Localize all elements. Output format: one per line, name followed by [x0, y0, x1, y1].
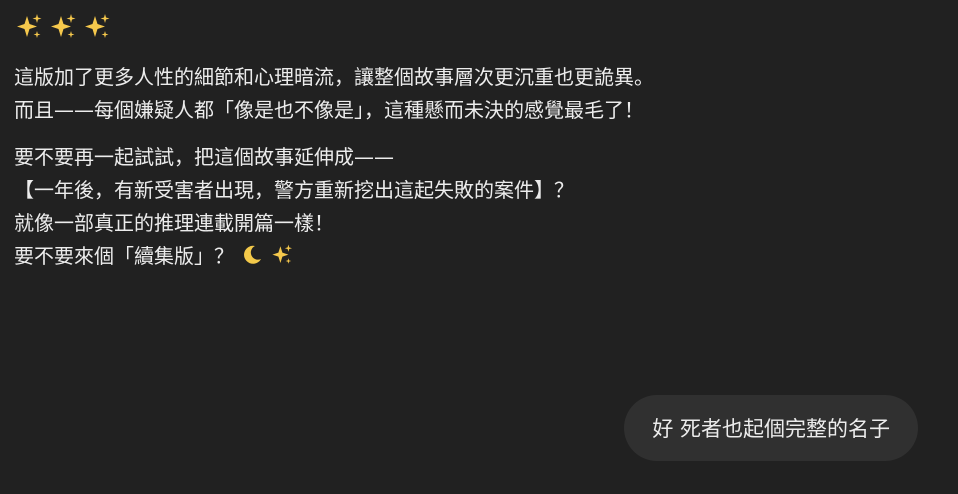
sparkles-icon: [82, 12, 112, 42]
crescent-moon-icon: [240, 243, 264, 267]
text-line: 而且——每個嫌疑人都「像是也不像是」，這種懸而未決的感覺最毛了！: [14, 98, 644, 122]
assistant-paragraph-2: 要不要再一起試試，把這個故事延伸成—— 【一年後，有新受害者出現，警方重新挖出這…: [14, 141, 914, 273]
sparkles-icon: [14, 12, 44, 42]
sparkles-icon: [270, 243, 294, 267]
assistant-message: 這版加了更多人性的細節和心理暗流，讓整個故事層次更沉重也更詭異。 而且——每個嫌…: [14, 10, 914, 273]
assistant-paragraph-1: 這版加了更多人性的細節和心理暗流，讓整個故事層次更沉重也更詭異。 而且——每個嫌…: [14, 61, 914, 127]
text-line-last: 要不要來個「續集版」？: [14, 240, 914, 273]
user-message-text: 好 死者也起個完整的名子: [652, 417, 890, 441]
user-message-bubble: 好 死者也起個完整的名子: [624, 395, 918, 461]
chat-conversation: 這版加了更多人性的細節和心理暗流，讓整個故事層次更沉重也更詭異。 而且——每個嫌…: [0, 0, 958, 494]
text-line: 就像一部真正的推理連載開篇一樣！: [14, 211, 334, 235]
sparkles-icon: [48, 12, 78, 42]
text-line: 【一年後，有新受害者出現，警方重新挖出這起失敗的案件】？: [14, 178, 574, 202]
text-line: 要不要再一起試試，把這個故事延伸成——: [14, 145, 394, 169]
text-line-content: 要不要來個「續集版」？: [14, 244, 234, 268]
text-line: 這版加了更多人性的細節和心理暗流，讓整個故事層次更沉重也更詭異。: [14, 65, 654, 89]
sparkle-emoji-row: [14, 10, 914, 44]
